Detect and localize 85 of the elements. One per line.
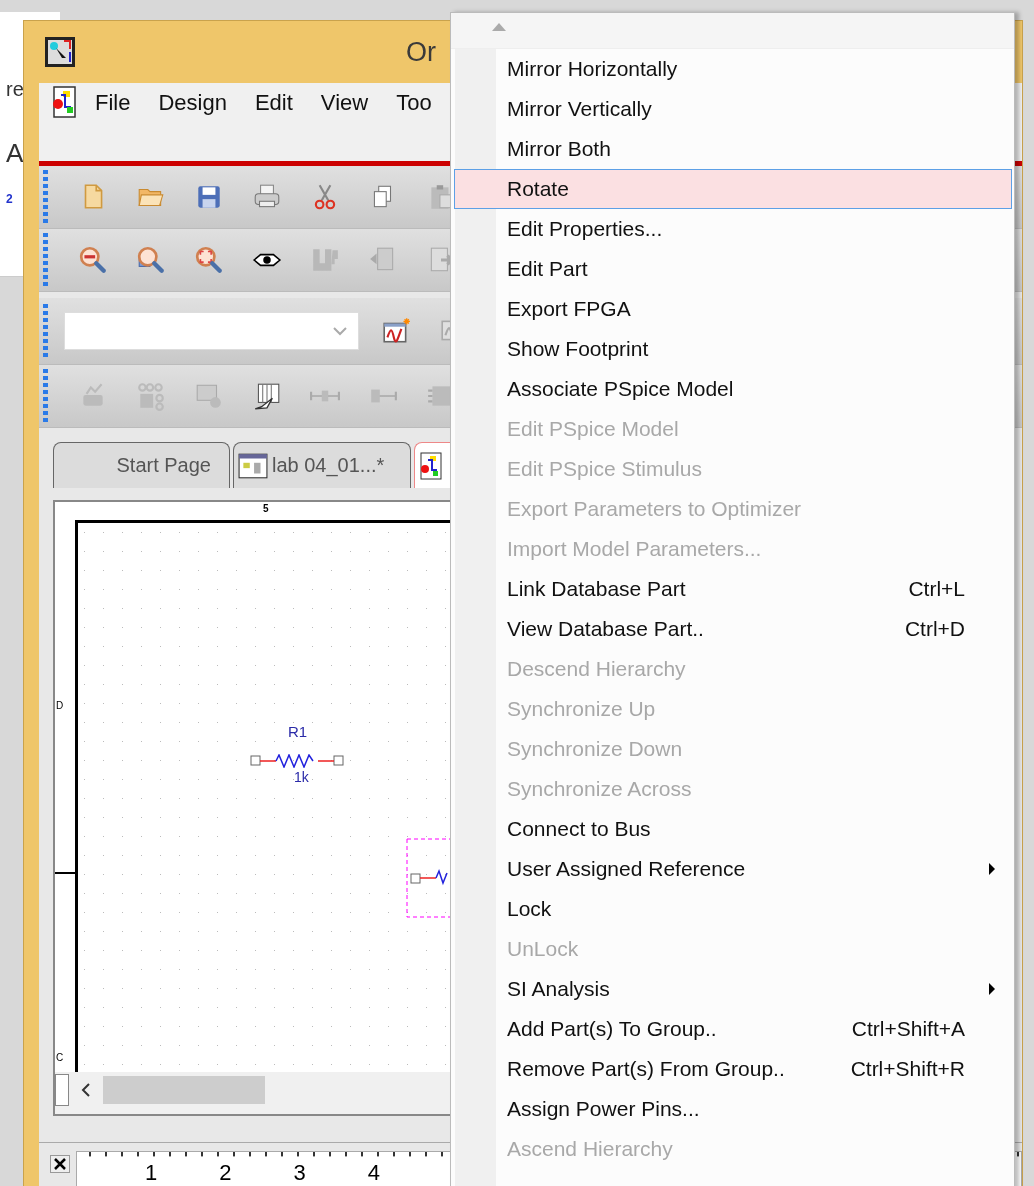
menu-item-label: Edit PSpice Stimulus [507, 457, 702, 481]
menu-item-label: Edit PSpice Model [507, 417, 679, 441]
schematic-page-icon [238, 452, 268, 479]
menu-item-label: Edit Properties... [507, 217, 663, 241]
border-label: C [56, 1052, 64, 1063]
menu-item-label: Synchronize Up [507, 697, 656, 721]
menu-item[interactable]: SI Analysis [454, 969, 1012, 1009]
menu-item[interactable]: User Assigned Reference [454, 849, 1012, 889]
menu-item-label: Assign Power Pins... [507, 1097, 700, 1121]
background-text: re [6, 78, 24, 101]
resistor-symbol[interactable] [250, 754, 344, 768]
menu-item-label: Link Database Part [507, 577, 686, 601]
document-icon [419, 450, 443, 481]
menu-item-label: Lock [507, 897, 552, 921]
menu-item-label: Add Part(s) To Group.. [507, 1017, 717, 1041]
menu-item[interactable]: Edit [254, 85, 293, 116]
scrollbar-thumb[interactable] [103, 1076, 265, 1104]
submenu-arrow-icon [988, 983, 996, 995]
schematic-canvas[interactable]: D C 5 R1 1k [55, 502, 452, 1072]
menu-item[interactable]: Mirror Horizontally [454, 49, 1012, 89]
border-label: D [56, 700, 64, 711]
menu-item-label: Remove Part(s) From Group.. [507, 1057, 785, 1081]
menu-item[interactable]: Mirror Both [454, 129, 1012, 169]
zoom-fit-icon[interactable] [194, 245, 224, 275]
menu-item-label: UnLock [507, 937, 579, 961]
menu-item-label: SI Analysis [507, 977, 610, 1001]
menu-item[interactable]: View Database Part.. Ctrl+D [454, 609, 1012, 649]
document-tab[interactable]: lab 04_01...* [233, 442, 411, 488]
menu-item-label: View Database Part.. [507, 617, 704, 641]
document-icon[interactable] [51, 85, 77, 119]
menu-item[interactable]: Mirror Vertically [454, 89, 1012, 129]
menu-item-label: Synchronize Across [507, 777, 692, 801]
menu-item-label: Export Parameters to Optimizer [507, 497, 802, 521]
menu-item-label: Edit Part [507, 257, 588, 281]
menu-item-label: Mirror Vertically [507, 97, 652, 121]
shortcut-text: Ctrl+D [904, 617, 965, 641]
menu-item-label: Export FPGA [507, 297, 631, 321]
menu-item[interactable]: Assign Power Pins... [454, 1089, 1012, 1129]
document-tab[interactable] [414, 442, 450, 488]
menu-item-label: Mirror Both [507, 137, 611, 161]
menu-item-label: Import Model Parameters... [507, 537, 762, 561]
menu-item-label: Rotate [507, 177, 569, 201]
background-text: 2 [6, 192, 13, 206]
menu-item-label: Mirror Horizontally [507, 57, 678, 81]
menu-item[interactable]: File [95, 85, 131, 116]
app-icon [44, 36, 76, 68]
waveform-icon[interactable] [381, 316, 411, 346]
close-icon[interactable] [50, 1155, 70, 1173]
window-title: Or [406, 36, 436, 68]
menu-item-label: Connect to Bus [507, 817, 651, 841]
menu-item[interactable]: Show Footprint [454, 329, 1012, 369]
border-label: 5 [263, 503, 269, 514]
menu-item-label: User Assigned Reference [507, 857, 746, 881]
menu-item[interactable]: Rotate [454, 169, 1012, 209]
zoom-out-icon[interactable] [78, 245, 108, 275]
menu-item-label: Synchronize Down [507, 737, 683, 761]
zoom-area-icon[interactable] [136, 245, 166, 275]
submenu-arrow-icon [988, 863, 996, 875]
menu-item[interactable]: Lock [454, 889, 1012, 929]
menu-item[interactable]: Link Database Part Ctrl+L [454, 569, 1012, 609]
menu-item-label: Show Footprint [507, 337, 649, 361]
shortcut-text: Ctrl+Shift+A [851, 1017, 965, 1041]
document-tab[interactable]: Start Page [53, 442, 230, 488]
menu-item[interactable]: Connect to Bus [454, 809, 1012, 849]
menu-item-label: Ascend Hierarchy [507, 1137, 673, 1161]
menu-item-label: Associate PSpice Model [507, 377, 734, 401]
menu-item[interactable]: View [320, 85, 369, 116]
background-text: A [6, 138, 24, 169]
shortcut-text: Ctrl+Shift+R [850, 1057, 965, 1081]
scroll-up-icon[interactable] [491, 22, 507, 32]
menu-item[interactable]: Add Part(s) To Group.. Ctrl+Shift+A [454, 1009, 1012, 1049]
chevron-down-icon [332, 326, 348, 336]
splitter-handle[interactable] [55, 1074, 69, 1106]
scroll-left-icon[interactable] [81, 1082, 91, 1098]
menu-item[interactable]: Remove Part(s) From Group.. Ctrl+Shift+R [454, 1049, 1012, 1089]
menu-item[interactable]: Export FPGA [454, 289, 1012, 329]
pointer-list-icon[interactable] [252, 381, 282, 411]
selected-part-drawing[interactable] [406, 838, 450, 918]
menu-item[interactable]: Edit Properties... [454, 209, 1012, 249]
shortcut-text: Ctrl+L [908, 577, 965, 601]
part-reference: R1 [288, 723, 308, 740]
menu-item[interactable]: Too [396, 85, 432, 116]
part-value: 1k [294, 769, 309, 785]
menu-item-label: Descend Hierarchy [507, 657, 686, 681]
menu-item[interactable]: Design [158, 85, 227, 116]
